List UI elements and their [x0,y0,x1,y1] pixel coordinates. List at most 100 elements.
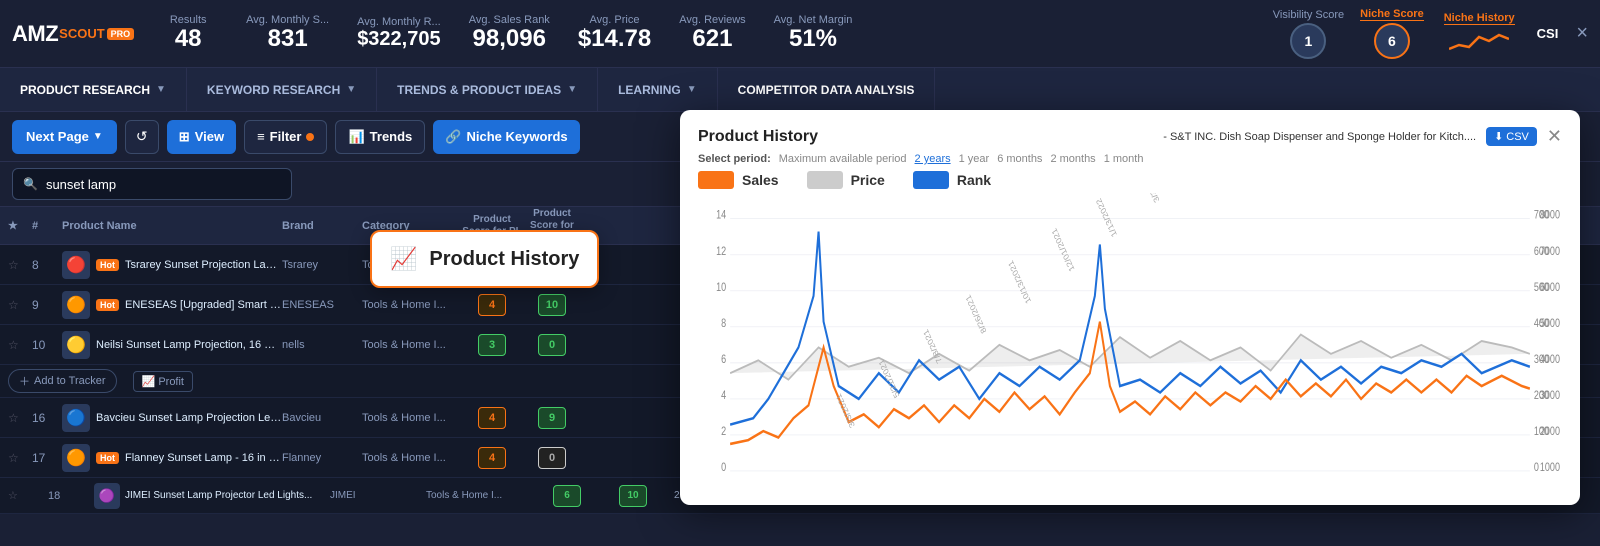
score-pl-cell: 4 [462,447,522,469]
svg-text:1/13/2022: 1/13/2022 [1094,196,1118,239]
filter-button[interactable]: ≡ Filter [244,120,327,154]
product-thumbnail: 🟠 [62,291,90,319]
next-page-button[interactable]: Next Page ▼ [12,120,117,154]
svg-text:5000: 5000 [1540,318,1560,330]
product-name[interactable]: Bavcieu Sunset Lamp Projection Led Lig..… [96,412,282,424]
score-res-cell: 9 [522,407,582,429]
refresh-icon: ↺ [136,128,148,145]
nav-keyword-research[interactable]: KEYWORD RESEARCH ▼ [187,68,377,111]
nav-bar: PRODUCT RESEARCH ▼ KEYWORD RESEARCH ▼ TR… [0,68,1600,112]
svg-text:2: 2 [721,426,726,438]
nav-trends[interactable]: TRENDS & PRODUCT IDEAS ▼ [377,68,598,111]
chevron-down-icon: ▼ [93,131,103,142]
svg-text:6000: 6000 [1540,282,1560,294]
product-cell: 🔵 Bavcieu Sunset Lamp Projection Led Lig… [62,404,282,432]
product-thumbnail-18: 🟣 [94,483,120,509]
svg-text:14: 14 [716,210,726,222]
score-pl-cell: 3 [462,334,522,356]
stats-group: Results 48 Avg. Monthly S... 831 Avg. Mo… [158,14,1265,52]
star-cell[interactable]: ☆ [8,258,32,272]
col-header-product: Product Name [62,220,282,232]
product-name[interactable]: Flanney Sunset Lamp - 16 in 1... [125,452,282,464]
filter-icon: ≡ [257,129,265,144]
period-2y[interactable]: 2 years [915,153,951,165]
score-res-cell: 10 [522,294,582,316]
svg-text:3/3/2022: 3/3/2022 [1139,193,1161,205]
svg-text:4000: 4000 [1540,354,1560,366]
product-name[interactable]: ENESEAS [Upgraded] Smart 16... [125,299,282,311]
add-to-tracker-button[interactable]: ＋ Add to Tracker [8,369,117,393]
svg-text:8000: 8000 [1540,210,1560,222]
row-num: 9 [32,298,62,312]
product-history-tooltip: 📈 Product History [370,230,599,288]
niche-icon: 🔗 [445,129,461,145]
period-1y[interactable]: 1 year [959,153,990,165]
legend-price: Price [807,171,885,189]
product-cell: 🟠 Hot Flanney Sunset Lamp - 16 in 1... [62,444,282,472]
hot-badge: Hot [96,299,119,311]
svg-text:0: 0 [1534,462,1539,474]
profit-button[interactable]: 📈 Profit [133,371,193,392]
view-button[interactable]: ⊞ View [167,120,236,154]
download-icon: ⬇ [1494,130,1503,143]
legend-price-box [807,171,843,189]
star-cell[interactable]: ☆ [8,451,32,465]
star-cell[interactable]: ☆ [8,338,32,352]
refresh-button[interactable]: ↺ [125,120,159,154]
product-thumbnail: 🔵 [62,404,90,432]
product-name-18[interactable]: JIMEI Sunset Lamp Projector Led Lights..… [125,490,312,501]
period-6m[interactable]: 6 months [997,153,1042,165]
col-header-brand: Brand [282,220,362,232]
stat-monthly-s: Avg. Monthly S... 831 [246,14,329,52]
period-1m[interactable]: 1 month [1104,153,1144,165]
score-res-18: 10 [608,485,658,507]
niche-keywords-button[interactable]: 🔗 Niche Keywords [433,120,579,154]
product-cell: 🟡 Neilsi Sunset Lamp Projection, 16 Colo… [62,331,282,359]
legend-sales-box [698,171,734,189]
score-res-cell: 0 [522,447,582,469]
svg-text:4: 4 [721,390,726,402]
star-cell[interactable]: ☆ [8,411,32,425]
search-input[interactable]: sunset lamp [46,177,116,192]
modal-close-button[interactable]: ✕ [1547,126,1562,147]
nav-learning[interactable]: LEARNING ▼ [598,68,718,111]
product-thumbnail: 🟠 [62,444,90,472]
chevron-down-icon: ▼ [156,84,166,95]
svg-text:12: 12 [716,246,726,258]
visibility-score: Visibility Score 1 [1273,9,1344,59]
svg-text:10: 10 [716,282,726,294]
score-res-cell: 0 [522,334,582,356]
stat-net-margin: Avg. Net Margin 51% [774,14,853,52]
search-icon: 🔍 [23,177,38,191]
col-header-star: ★ [8,219,32,232]
row-num: 10 [32,338,62,352]
svg-text:10/13/2021: 10/13/2021 [1006,258,1032,306]
trends-button[interactable]: 📊 Trends [335,120,425,154]
brand-cell: Tsrarey [282,259,362,271]
svg-text:2000: 2000 [1540,426,1560,438]
period-selector: Select period: Maximum available period … [698,153,1562,165]
logo-pro: PRO [107,28,135,40]
nav-competitor[interactable]: COMPETITOR DATA ANALYSIS [718,68,936,111]
top-bar: AMZ SCOUT PRO Results 48 Avg. Monthly S.… [0,0,1600,68]
product-name[interactable]: Tsrarey Sunset Projection Lamp,... [125,259,282,271]
search-input-wrap[interactable]: 🔍 sunset lamp [12,168,292,200]
stat-monthly-r: Avg. Monthly R... $322,705 [357,16,441,50]
product-history-label[interactable]: Product History [429,248,579,271]
svg-text:7/8/2021: 7/8/2021 [921,327,943,365]
star-cell-18[interactable]: ☆ [8,489,32,502]
nav-product-research[interactable]: PRODUCT RESEARCH ▼ [0,68,187,111]
product-cell-18: 🟣 JIMEI Sunset Lamp Projector Led Lights… [94,483,314,509]
period-max[interactable]: Maximum available period [779,153,907,165]
stat-results: Results 48 [158,14,218,52]
star-cell[interactable]: ☆ [8,298,32,312]
chart-legend: Sales Price Rank [698,171,1562,189]
plus-icon: ＋ [19,373,30,389]
top-close-button[interactable]: × [1576,22,1588,45]
product-name[interactable]: Neilsi Sunset Lamp Projection, 16 Colors… [96,339,282,351]
period-2m[interactable]: 2 months [1050,153,1095,165]
csi-label: CSI [1537,26,1559,41]
score-pl-cell: 4 [462,294,522,316]
csv-button[interactable]: ⬇ CSV [1486,127,1537,146]
chevron-down-icon: ▼ [346,84,356,95]
